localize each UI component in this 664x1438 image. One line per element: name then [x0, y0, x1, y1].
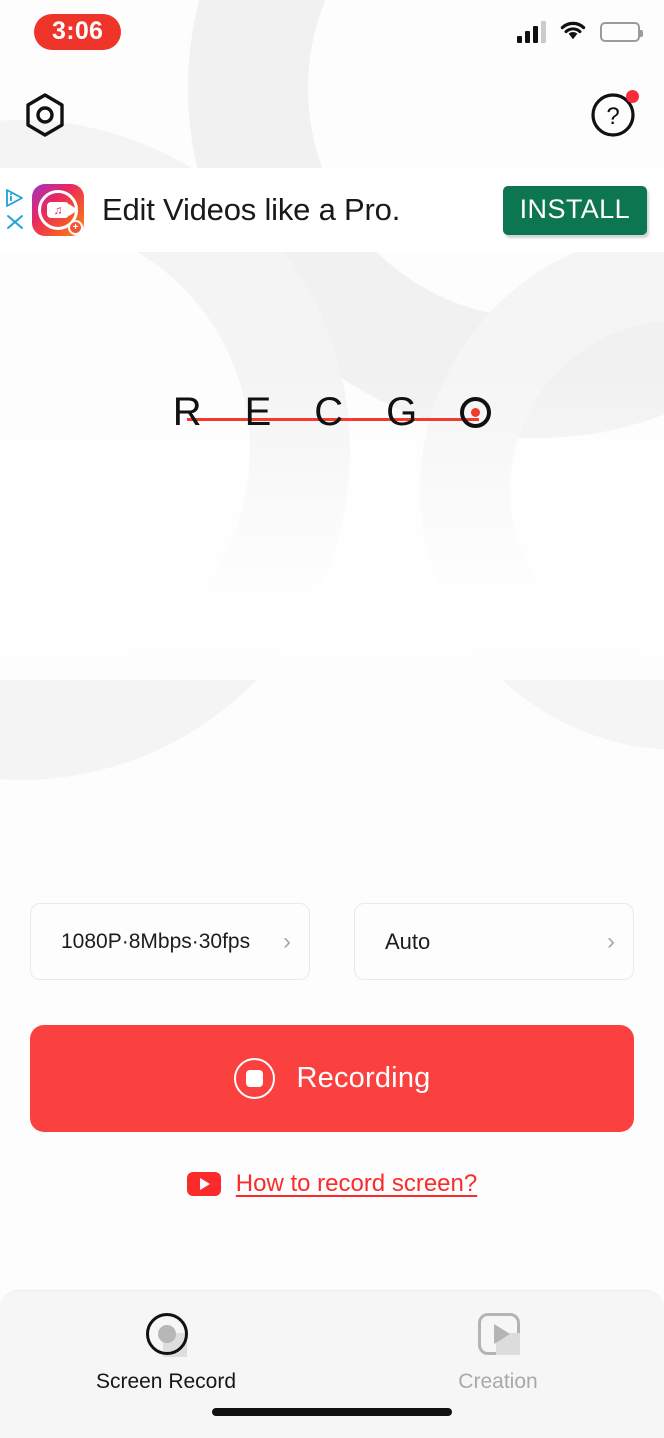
orientation-label: Auto [385, 928, 431, 954]
tab-creation-label: Creation [458, 1370, 538, 1393]
orientation-option[interactable]: Auto › [354, 903, 634, 980]
recording-time-pill: 3:06 [34, 14, 122, 50]
svg-text:?: ? [606, 103, 619, 130]
help-question-icon[interactable]: ? [590, 89, 639, 141]
bottom-tab-bar: Screen Record Creation [0, 1290, 664, 1438]
how-to-record-row[interactable]: How to record screen? [0, 1170, 664, 1198]
how-to-record-link[interactable]: How to record screen? [236, 1170, 477, 1198]
record-dot-icon [460, 396, 492, 428]
logo-letters: R E C G [173, 392, 492, 432]
notification-dot [626, 89, 639, 103]
creation-play-icon [475, 1313, 521, 1359]
app-root: 3:06 ? ♫ + Edit Videos like a Pro. INSTA… [0, 0, 664, 1438]
ad-headline: Edit Videos like a Pro. [102, 192, 401, 227]
video-quality-option[interactable]: 1080P·8Mbps·30fps › [30, 903, 310, 980]
top-nav: ? [0, 80, 664, 152]
settings-nut-icon[interactable] [24, 92, 66, 141]
app-logo: R E C G [0, 392, 664, 432]
wifi-icon [559, 19, 587, 45]
status-icons [517, 19, 643, 45]
home-indicator [212, 1408, 452, 1416]
screen-record-icon [143, 1313, 189, 1359]
youtube-play-icon [186, 1172, 221, 1196]
adchoices-icon[interactable] [4, 188, 26, 208]
background-ring-right [420, 230, 664, 750]
battery-low-icon [600, 22, 643, 42]
install-button[interactable]: INSTALL [502, 185, 647, 235]
options-row: 1080P·8Mbps·30fps › Auto › [30, 903, 634, 980]
stop-record-icon [233, 1058, 275, 1099]
ad-controls[interactable] [2, 188, 28, 232]
record-button[interactable]: Recording [30, 1025, 634, 1132]
logo-letter-c: C [314, 390, 344, 434]
chevron-right-icon: › [607, 927, 615, 955]
video-quality-label: 1080P·8Mbps·30fps [61, 929, 251, 953]
logo-letter-r: R [172, 390, 202, 434]
status-bar: 3:06 [0, 0, 664, 64]
chevron-right-icon: › [283, 927, 291, 955]
ad-banner[interactable]: ♫ + Edit Videos like a Pro. INSTALL [0, 168, 664, 252]
close-icon[interactable] [4, 212, 26, 232]
logo-letter-g: G [386, 390, 418, 434]
cellular-signal-icon [517, 21, 546, 43]
logo-letter-e: E [244, 390, 272, 434]
record-button-label: Recording [296, 1062, 431, 1094]
tab-screen-record-label: Screen Record [95, 1370, 237, 1393]
video-editor-app-icon[interactable]: ♫ + [32, 184, 84, 236]
